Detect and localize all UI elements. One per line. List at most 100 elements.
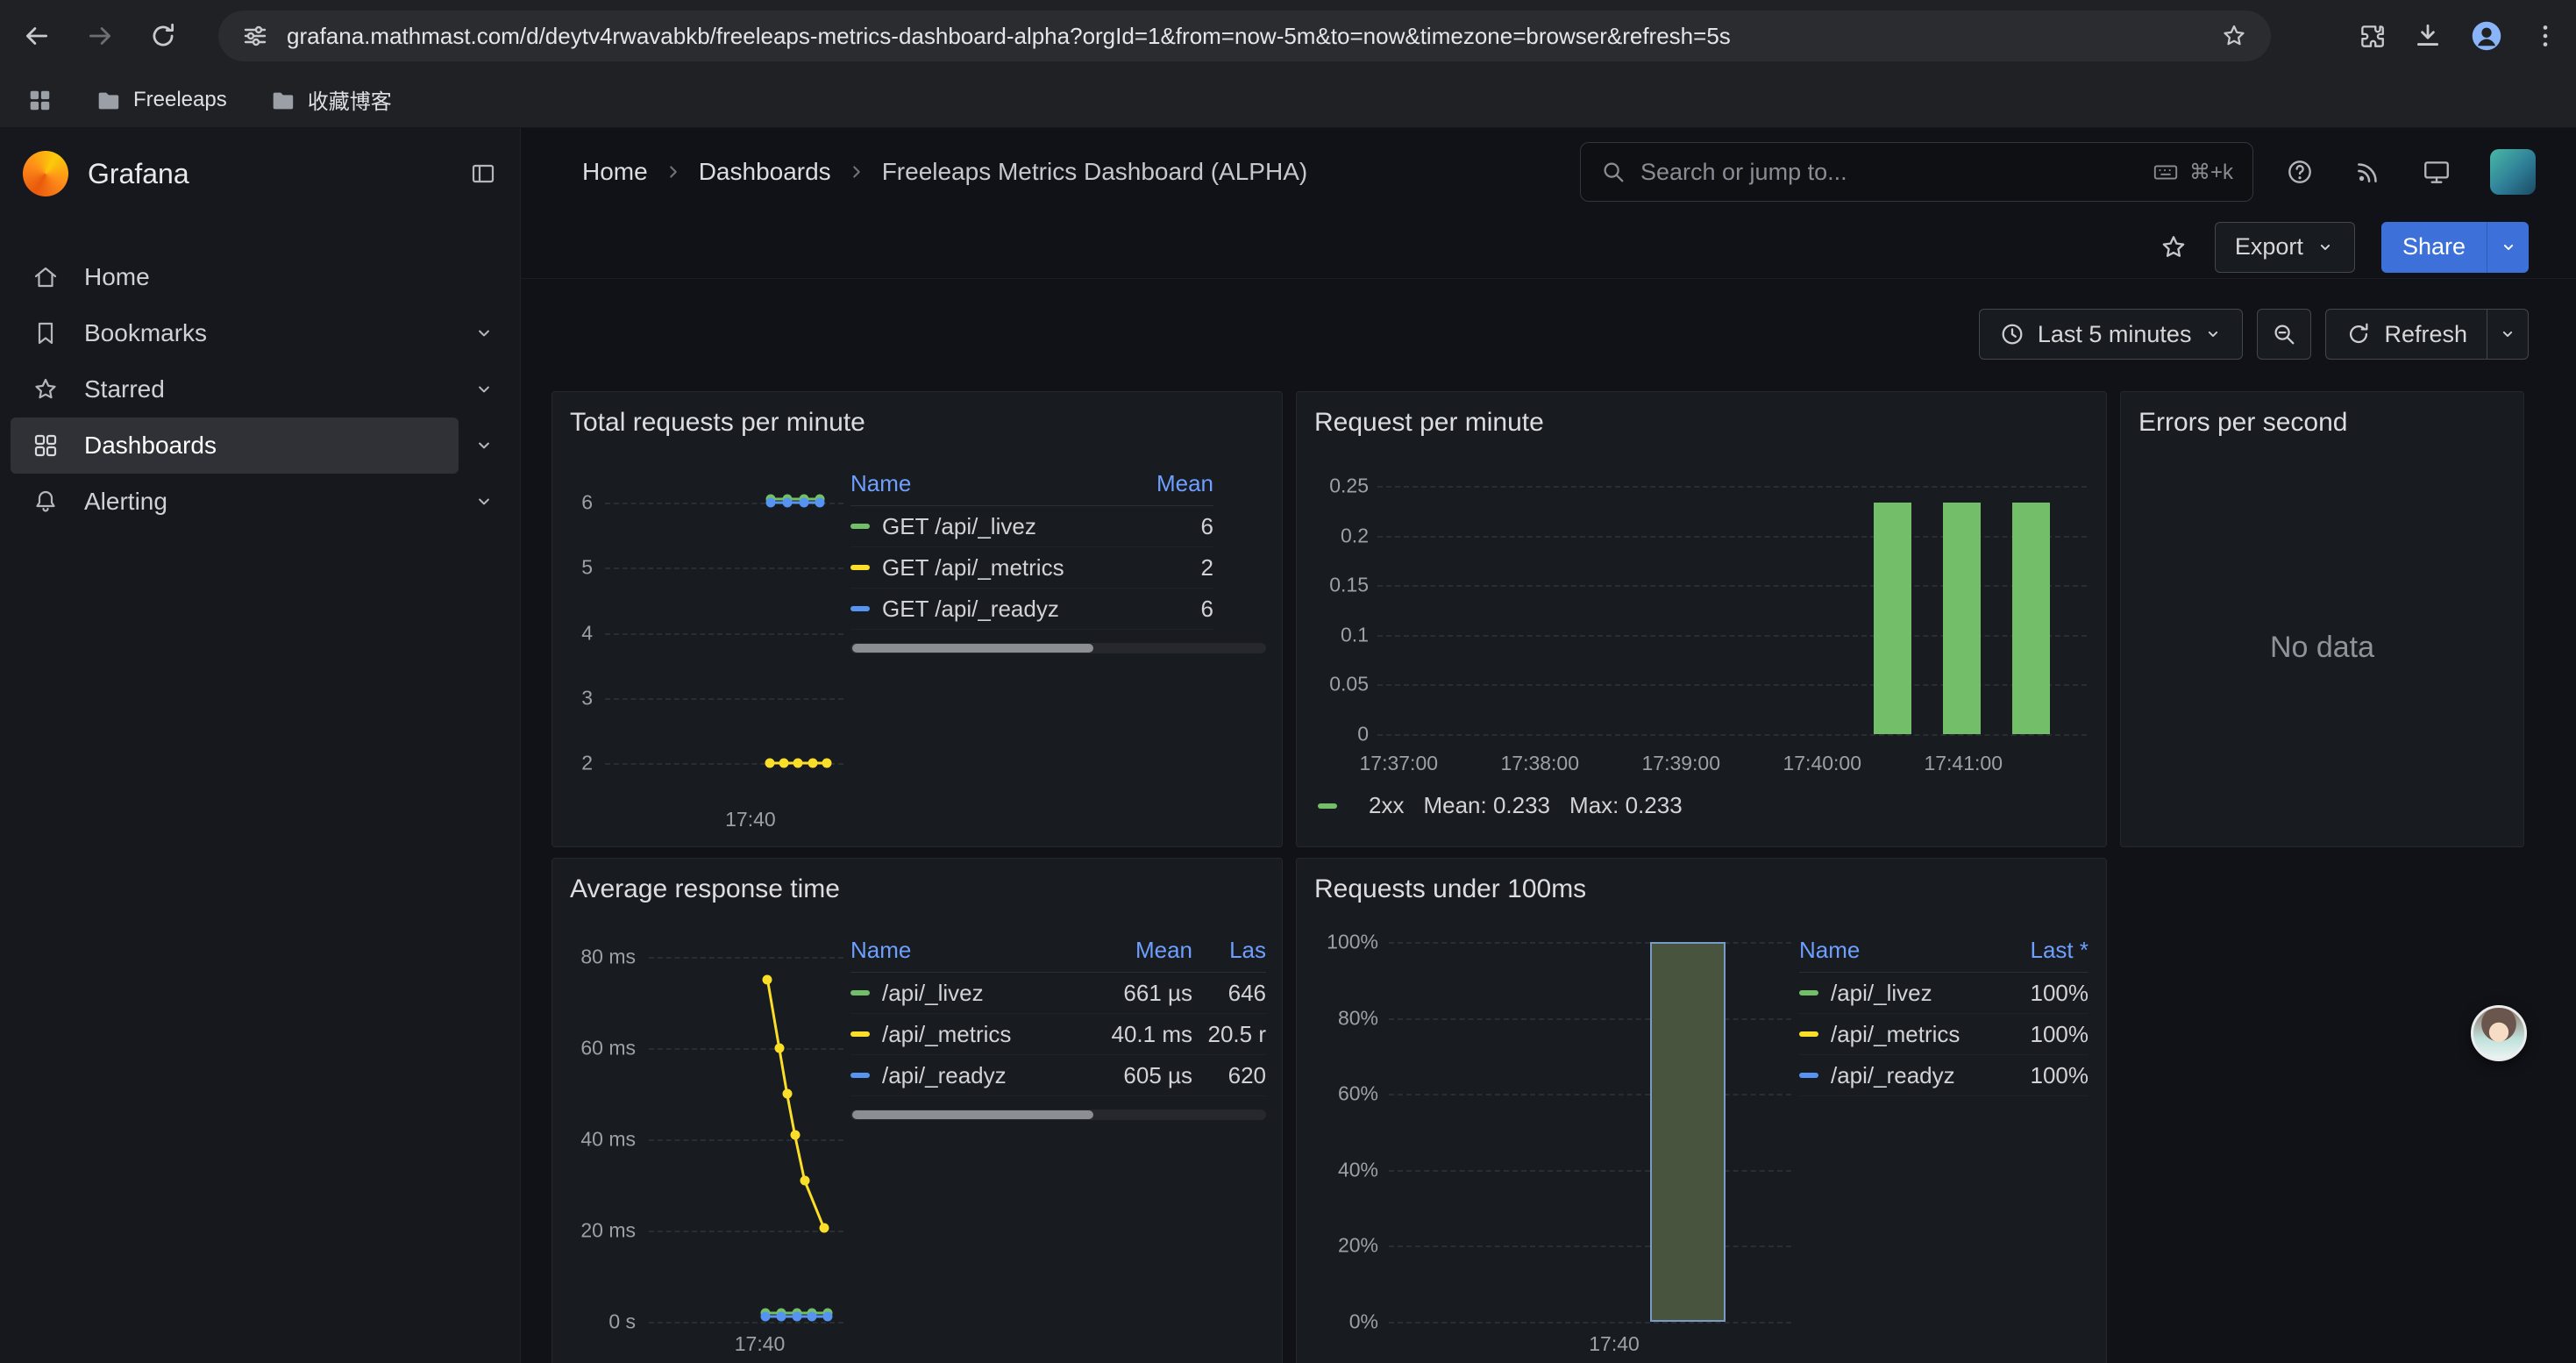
back-button[interactable]	[11, 10, 63, 62]
legend-column-header[interactable]: Name	[850, 929, 1061, 972]
panel-average-response-time: Average response time 80 ms60 ms40 ms20 …	[551, 858, 1283, 1363]
legend-row: /api/_readyz100%	[1799, 1055, 2089, 1096]
data-point	[763, 975, 772, 985]
sidebar-item-label: Alerting	[84, 488, 167, 516]
panel-title[interactable]: Request per minute	[1314, 408, 1544, 438]
legend-row: GET /api/_readyz6	[850, 589, 1213, 630]
export-button[interactable]: Export	[2215, 222, 2355, 273]
legend-series-name[interactable]: /api/_metrics	[1831, 1021, 1960, 1048]
legend-column-header[interactable]: Name	[850, 462, 1108, 505]
data-point	[765, 758, 774, 767]
panel-title[interactable]: Errors per second	[2138, 408, 2347, 438]
breadcrumb-home[interactable]: Home	[582, 158, 648, 186]
sidebar-item-alerting[interactable]: Alerting	[11, 474, 459, 530]
gridline	[1377, 486, 2087, 488]
panel-title[interactable]: Requests under 100ms	[1314, 874, 1586, 904]
legend-value: 620	[1192, 1055, 1266, 1095]
profile-avatar-icon[interactable]	[2469, 18, 2504, 54]
gridline	[605, 567, 843, 569]
sidebar-item-home[interactable]: Home	[11, 249, 459, 305]
search-input[interactable]: Search or jump to... ⌘+k	[1580, 142, 2253, 202]
refresh-button[interactable]: Refresh	[2325, 309, 2487, 360]
data-point	[761, 1311, 771, 1321]
bell-icon	[32, 488, 60, 516]
share-button[interactable]: Share	[2381, 222, 2487, 273]
legend-series-name[interactable]: GET /api/_readyz	[882, 596, 1059, 623]
assistant-avatar-button[interactable]	[2471, 1005, 2527, 1061]
extensions-icon[interactable]	[2357, 21, 2387, 51]
chart-plot	[1389, 942, 1791, 1322]
data-point	[800, 498, 809, 508]
data-point	[766, 498, 776, 508]
legend-column-header[interactable]: Las	[1192, 929, 1266, 972]
downloads-icon[interactable]	[2413, 21, 2443, 51]
time-range-picker[interactable]: Last 5 minutes	[1979, 309, 2244, 360]
legend-series-name[interactable]: /api/_readyz	[1831, 1062, 1955, 1089]
panel-title[interactable]: Total requests per minute	[570, 408, 865, 438]
y-axis-label: 20%	[1338, 1234, 1378, 1258]
legend-series-name[interactable]: /api/_metrics	[882, 1021, 1011, 1048]
apps-grid-icon[interactable]	[26, 87, 53, 113]
x-axis-label: 17:40	[1589, 1332, 1640, 1356]
favorite-star-icon[interactable]	[2159, 232, 2188, 262]
legend-value: 2	[1108, 547, 1213, 588]
legend-column-header[interactable]: Name	[1799, 929, 1992, 972]
menu-kebab-icon[interactable]	[2530, 21, 2560, 51]
legend-column-header[interactable]: Mean	[1108, 462, 1213, 505]
scrollbar-thumb[interactable]	[852, 1110, 1093, 1119]
legend-series-name[interactable]: 2xx	[1369, 792, 1404, 819]
zoom-out-button[interactable]	[2257, 309, 2311, 360]
sidebar-item-starred[interactable]: Starred	[11, 361, 459, 417]
legend-column-header[interactable]: Mean	[1061, 929, 1192, 972]
legend-series-name[interactable]: /api/_readyz	[882, 1062, 1007, 1089]
sidebar-item-bookmarks[interactable]: Bookmarks	[11, 305, 459, 361]
bookmark-star-icon[interactable]	[2220, 22, 2248, 50]
legend-column-header[interactable]: Last *	[1992, 929, 2089, 972]
chevron-right-icon	[664, 162, 683, 182]
breadcrumb-dashboards[interactable]: Dashboards	[699, 158, 831, 186]
data-point	[808, 758, 817, 767]
monitor-icon[interactable]	[2422, 157, 2451, 187]
forward-button[interactable]	[74, 10, 126, 62]
search-placeholder: Search or jump to...	[1640, 159, 2138, 186]
share-dropdown-button[interactable]	[2487, 222, 2529, 273]
legend-table: NameMeanGET /api/_livez6GET /api/_metric…	[850, 462, 1213, 630]
grafana-logo[interactable]	[23, 151, 68, 196]
bookmark-item-blogs[interactable]: 收藏博客	[269, 84, 392, 115]
search-icon	[1600, 159, 1626, 185]
url-bar[interactable]: grafana.mathmast.com/d/deytv4rwavabkb/fr…	[218, 11, 2271, 61]
legend-row: /api/_metrics100%	[1799, 1014, 2089, 1055]
chevron-down-icon[interactable]	[459, 305, 509, 361]
y-axis-label: 5	[581, 556, 593, 580]
time-range-label: Last 5 minutes	[2038, 321, 2192, 348]
help-icon[interactable]	[2285, 157, 2315, 187]
y-axis-label: 80 ms	[580, 946, 636, 969]
reload-button[interactable]	[137, 10, 189, 62]
bookmark-item-freeleaps[interactable]: Freeleaps	[95, 87, 227, 113]
legend-series-name[interactable]: /api/_livez	[882, 980, 984, 1007]
chevron-down-icon[interactable]	[459, 361, 509, 417]
legend-header-row: NameMean	[850, 462, 1213, 506]
chevron-down-icon[interactable]	[459, 417, 509, 474]
data-point	[800, 1175, 809, 1185]
y-axis-label: 0.15	[1329, 574, 1369, 597]
scrollbar-thumb[interactable]	[852, 644, 1093, 653]
legend-header-row: NameLast *	[1799, 929, 2089, 973]
rss-icon[interactable]	[2353, 157, 2383, 187]
sidebar-item-dashboards[interactable]: Dashboards	[11, 417, 459, 474]
y-axis-label: 60%	[1338, 1082, 1378, 1106]
legend-series-name[interactable]: GET /api/_livez	[882, 513, 1036, 540]
data-point	[822, 758, 831, 767]
site-info-icon[interactable]	[241, 22, 269, 50]
refresh-interval-dropdown[interactable]	[2487, 309, 2529, 360]
dock-sidebar-icon[interactable]	[469, 160, 497, 188]
y-axis-label: 3	[581, 686, 593, 710]
legend-series-name[interactable]: GET /api/_metrics	[882, 554, 1064, 582]
panel-title[interactable]: Average response time	[570, 874, 840, 904]
user-avatar[interactable]	[2490, 149, 2536, 195]
chevron-down-icon[interactable]	[459, 474, 509, 530]
url-text[interactable]: grafana.mathmast.com/d/deytv4rwavabkb/fr…	[287, 23, 2202, 50]
y-axis: 65432	[552, 470, 593, 796]
legend-series-name[interactable]: /api/_livez	[1831, 980, 1932, 1007]
legend-table: NameMeanLas/api/_livez661 µs646/api/_met…	[850, 929, 1266, 1096]
